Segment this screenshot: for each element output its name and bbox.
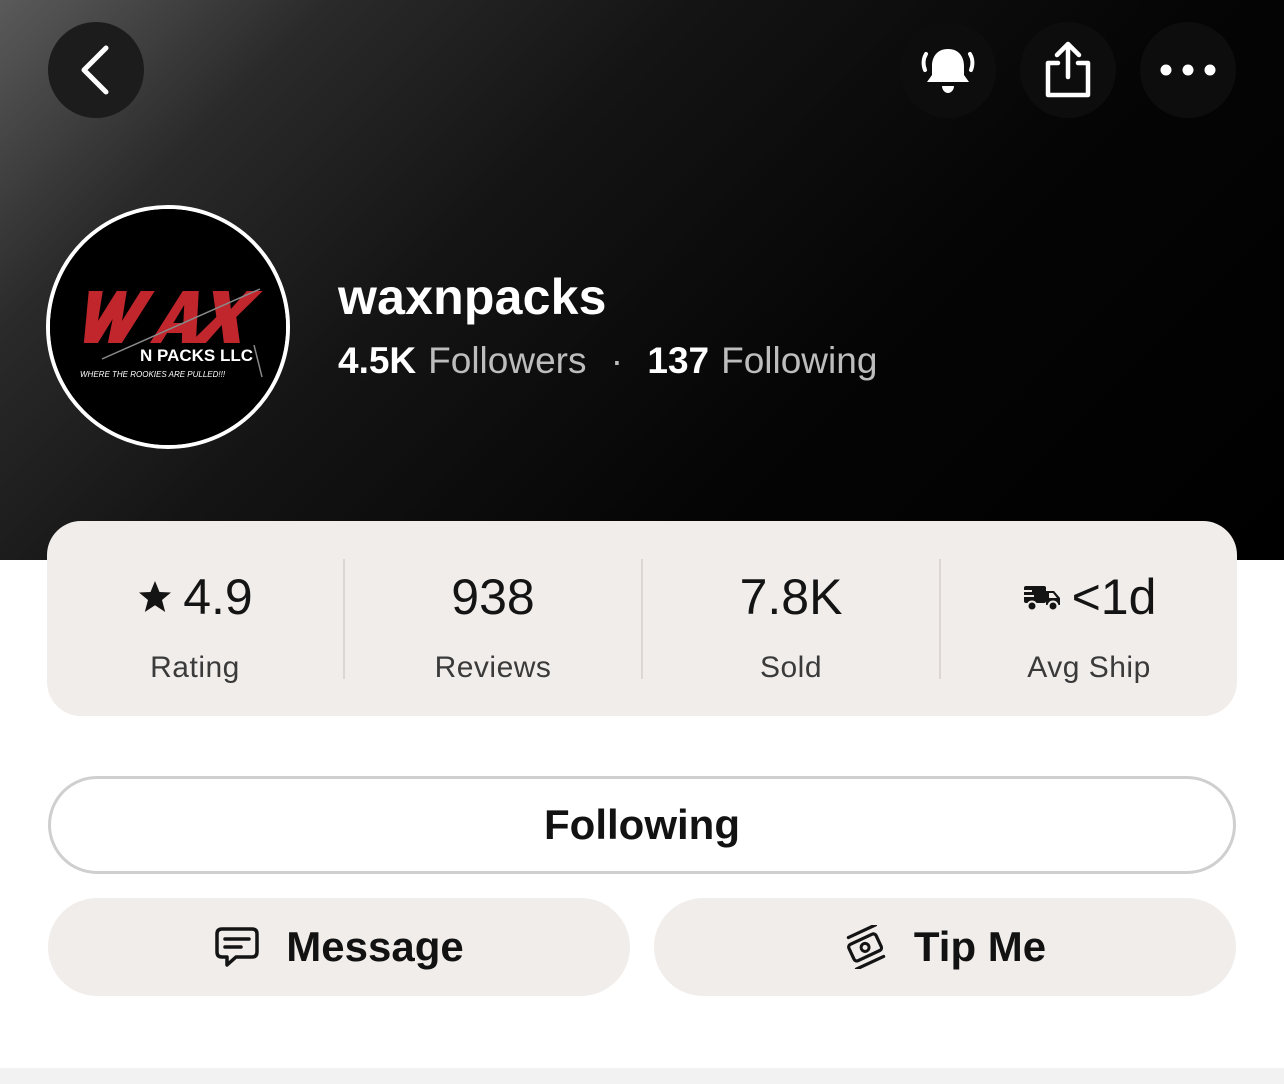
tip-me-button[interactable]: Tip Me	[654, 898, 1236, 996]
stat-avg-ship[interactable]: <1d Avg Ship	[941, 521, 1237, 716]
chat-bubble-icon	[215, 927, 260, 967]
message-button[interactable]: Message	[48, 898, 630, 996]
reviews-value: 938	[451, 569, 535, 625]
rating-label: Rating	[150, 651, 240, 684]
ellipsis-icon	[1160, 64, 1216, 76]
avg-ship-value: <1d	[1071, 569, 1157, 625]
reviews-label: Reviews	[434, 651, 552, 684]
username: waxnpacks	[338, 269, 607, 325]
followers-count: 4.5K	[338, 340, 417, 381]
sold-label: Sold	[759, 651, 823, 684]
section-divider	[0, 1068, 1284, 1084]
delivery-truck-icon	[1021, 586, 1060, 612]
avatar[interactable]: N PACKS LLC WHERE THE ROOKIES ARE PULLED…	[46, 205, 290, 449]
following-link[interactable]: 137 Following	[647, 340, 877, 381]
sold-value: 7.8K	[739, 569, 843, 625]
stat-reviews[interactable]: 938 Reviews	[345, 521, 641, 716]
star-icon	[139, 581, 172, 612]
profile-page: N PACKS LLC WHERE THE ROOKIES ARE PULLED…	[0, 0, 1284, 1084]
rating-value: 4.9	[183, 569, 253, 625]
notifications-button[interactable]	[900, 22, 996, 118]
share-button[interactable]	[1020, 22, 1116, 118]
ship-value-row: <1d	[1021, 569, 1157, 625]
seller-stats-card: 4.9 Rating 938 Reviews 7.8K Sold <1d Avg…	[47, 521, 1237, 716]
wax-n-packs-logo: N PACKS LLC WHERE THE ROOKIES ARE PULLED…	[50, 209, 286, 445]
following-count: 137	[647, 340, 710, 381]
stat-sold[interactable]: 7.8K Sold	[643, 521, 939, 716]
followers-link[interactable]: 4.5K Followers	[338, 340, 597, 381]
rating-value-row: 4.9	[137, 569, 253, 625]
tip-me-label: Tip Me	[913, 923, 1047, 970]
back-button[interactable]	[48, 22, 144, 118]
profile-header: N PACKS LLC WHERE THE ROOKIES ARE PULLED…	[0, 0, 1284, 560]
share-icon	[1045, 41, 1091, 98]
more-options-button[interactable]	[1140, 22, 1236, 118]
follow-stats: 4.5K Followers · 137 Following	[338, 340, 877, 382]
chevron-left-icon	[81, 45, 109, 95]
following-label: Following	[721, 340, 878, 381]
stat-rating[interactable]: 4.9 Rating	[47, 521, 343, 716]
followers-label: Followers	[428, 340, 587, 381]
separator-dot: ·	[610, 340, 624, 381]
following-button[interactable]: Following	[48, 776, 1236, 874]
avg-ship-label: Avg Ship	[1027, 651, 1151, 684]
logo-line2: N PACKS LLC	[140, 346, 253, 365]
message-label: Message	[286, 923, 464, 970]
logo-tagline: WHERE THE ROOKIES ARE PULLED!!!	[80, 370, 226, 379]
bell-ringing-icon	[921, 49, 975, 93]
money-stack-icon	[846, 925, 886, 969]
